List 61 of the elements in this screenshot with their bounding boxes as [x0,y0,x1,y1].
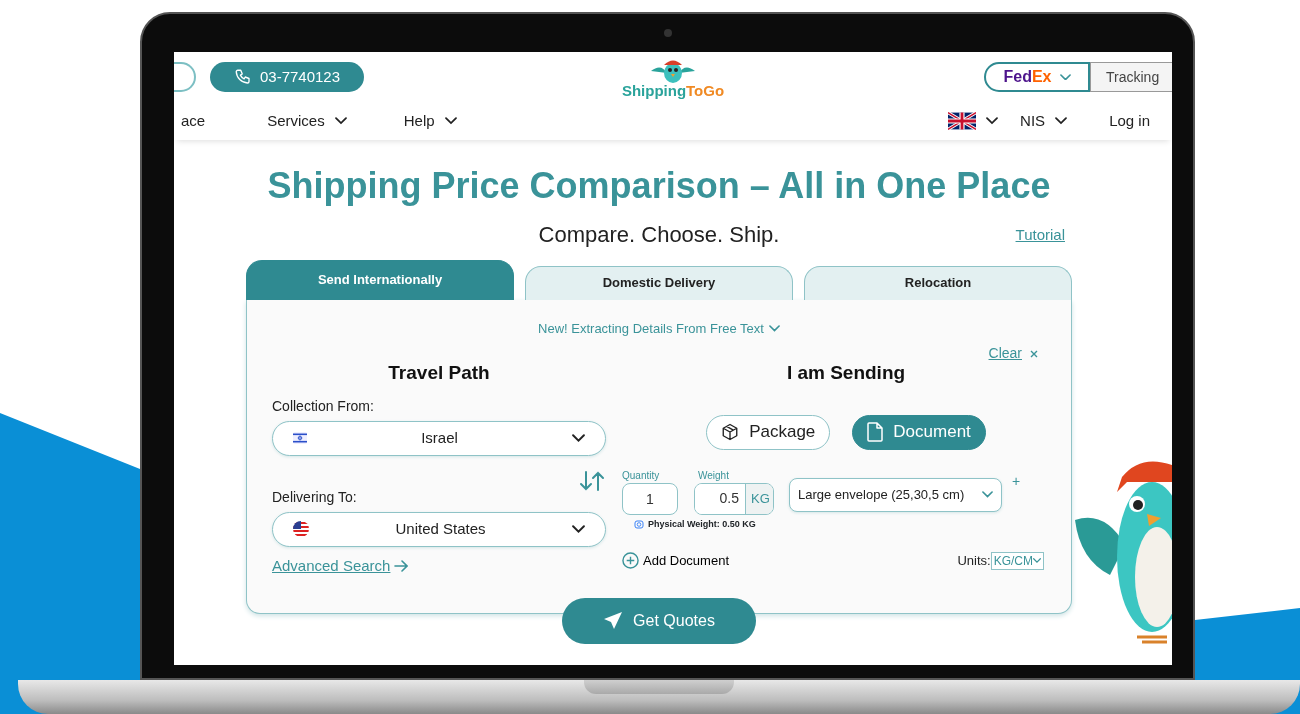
units-label: Units: [957,552,991,571]
section-heading: Travel Path [387,361,491,386]
physical-weight-text: Physical Weight: 0.50 KG [648,517,756,531]
uk-flag-icon [948,112,977,130]
nav-menu-item[interactable]: Services [267,109,347,133]
chevron-down-icon [1033,558,1041,564]
israel-flag-icon [293,432,307,445]
phone-icon [233,68,252,86]
round-button[interactable] [174,62,196,92]
tutorial-link[interactable]: Tutorial [1015,224,1065,247]
chevron-down-icon [444,117,457,125]
arrow-right-icon [394,559,409,572]
item-type-toggle[interactable]: Document [852,414,986,450]
us-flag-icon [293,521,309,538]
currency-selector[interactable]: NIS [1020,109,1068,133]
chevron-down-icon [572,525,585,533]
add-document-button[interactable]: Add Document [622,551,729,571]
clear-link[interactable]: Clear [988,343,1038,365]
chevron-down-icon [986,117,999,125]
chevron-down-icon [982,491,993,498]
swap-arrows-icon[interactable] [579,470,605,491]
login-link[interactable]: Log in [1109,109,1150,133]
page-subtitle: Compare. Choose. Ship. [538,220,780,249]
tab[interactable]: Domestic Delivery [525,265,793,300]
nav-menu-item[interactable]: ace [181,109,206,133]
nav-menu-item[interactable]: Help [403,109,457,133]
plus-circle-icon [622,552,639,570]
page-title: Shipping Price Comparison – All in One Place [266,166,1052,206]
tracking-field[interactable]: Tracking [1090,62,1172,92]
advanced-search-link[interactable]: Advanced Search [272,554,409,578]
chevron-down-icon [1055,117,1068,125]
document-icon [867,422,884,443]
send-icon [603,610,624,631]
units-select[interactable]: KG/CM [990,551,1044,570]
country-select[interactable]: Israel [272,420,606,456]
carrier-dropdown[interactable]: FedEx [984,62,1090,92]
get-quotes-button[interactable]: Get Quotes [562,597,756,644]
tab[interactable]: Relocation [804,265,1072,300]
box-icon [721,423,740,442]
chevron-down-icon [768,325,780,332]
field-label: Quantity [622,468,661,483]
envelope-select[interactable]: Large envelope (25,30,5 cm) [789,477,1002,512]
chevron-down-icon [1059,73,1071,81]
scale-icon [634,519,644,530]
section-heading: I am Sending [785,361,907,386]
chevron-down-icon [334,117,347,125]
language-selector[interactable] [948,112,999,130]
field-label: Weight [698,468,730,483]
field-label: Collection From: [272,396,375,416]
field-label: Delivering To: [272,487,358,507]
item-type-toggle[interactable]: Package [706,414,831,450]
camera-dot [664,29,672,37]
quantity-field[interactable]: 1 [622,482,678,515]
free-text-toggle[interactable]: New! Extracting Details From Free Text [272,317,1046,340]
country-select[interactable]: United States [272,511,606,547]
phone-button[interactable]: 03-7740123 [210,62,364,92]
chevron-down-icon [572,434,585,442]
logo-text: ShippingToGo [621,82,725,98]
close-icon [1030,349,1038,358]
weight-field[interactable]: 0.5 KG [694,482,774,515]
tab[interactable]: Send Internationally [246,259,514,300]
